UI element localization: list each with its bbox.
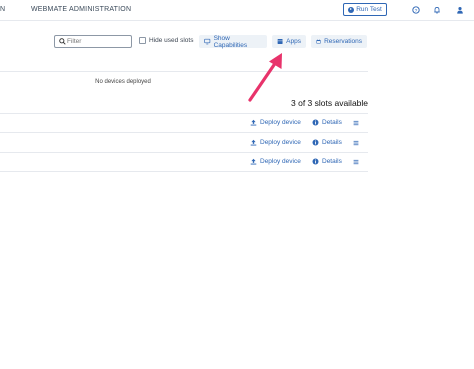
hide-used-slots-checkbox[interactable]: [139, 37, 146, 44]
deploy-device-label: Deploy device: [260, 158, 301, 165]
deploy-device-button[interactable]: Deploy device: [250, 158, 301, 165]
nav-item-partial[interactable]: N: [0, 6, 5, 13]
show-capabilities-label: Show Capabilities: [213, 34, 248, 49]
search-icon: [59, 38, 66, 45]
show-capabilities-button[interactable]: Show Capabilities: [199, 34, 267, 49]
reservations-button[interactable]: Reservations: [311, 35, 367, 48]
row-divider: [0, 171, 368, 172]
nav-item-webmate-administration[interactable]: WEBMATE ADMINISTRATION: [31, 6, 131, 13]
details-button[interactable]: Details: [312, 139, 342, 146]
play-icon: [348, 6, 355, 13]
reservations-label: Reservations: [324, 38, 362, 45]
row-divider: [0, 113, 368, 114]
apps-button[interactable]: Apps: [272, 35, 306, 48]
calendar-icon: [316, 39, 321, 44]
top-navigation-bar: N WEBMATE ADMINISTRATION Run Test ?: [0, 0, 474, 21]
monitor-icon: [204, 38, 211, 45]
details-button[interactable]: Details: [312, 119, 342, 126]
deploy-device-label: Deploy device: [260, 119, 301, 126]
details-label: Details: [322, 158, 342, 165]
menu-icon[interactable]: [353, 140, 359, 146]
toolbar-divider: [0, 71, 368, 72]
row-divider: [0, 132, 368, 133]
svg-text:?: ?: [415, 8, 418, 14]
no-devices-message: No devices deployed: [95, 79, 151, 85]
info-icon: [312, 158, 319, 165]
upload-icon: [250, 119, 257, 126]
run-test-label: Run Test: [356, 6, 382, 13]
row-divider: [0, 152, 368, 153]
apps-icon: [277, 39, 283, 44]
menu-icon[interactable]: [353, 120, 359, 126]
filter-input[interactable]: [67, 37, 129, 46]
details-button[interactable]: Details: [312, 158, 342, 165]
hide-used-slots-toggle[interactable]: Hide used slots: [139, 37, 193, 44]
slots-available-count: 3 of 3 slots available: [291, 98, 369, 108]
help-icon[interactable]: ?: [412, 6, 420, 14]
info-icon: [312, 119, 319, 126]
details-label: Details: [322, 139, 342, 146]
deploy-device-button[interactable]: Deploy device: [250, 139, 301, 146]
hide-used-slots-label: Hide used slots: [149, 37, 194, 44]
deploy-device-button[interactable]: Deploy device: [250, 119, 301, 126]
apps-label: Apps: [286, 38, 301, 45]
info-icon: [312, 139, 319, 146]
menu-icon[interactable]: [353, 159, 359, 165]
filter-input-wrapper[interactable]: [54, 35, 132, 48]
deploy-device-label: Deploy device: [260, 139, 301, 146]
run-test-button[interactable]: Run Test: [343, 3, 387, 16]
user-icon[interactable]: [456, 6, 464, 14]
upload-icon: [250, 139, 257, 146]
upload-icon: [250, 158, 257, 165]
annotation-arrow-icon: [248, 53, 282, 102]
details-label: Details: [322, 119, 342, 126]
bell-icon[interactable]: [433, 6, 441, 14]
